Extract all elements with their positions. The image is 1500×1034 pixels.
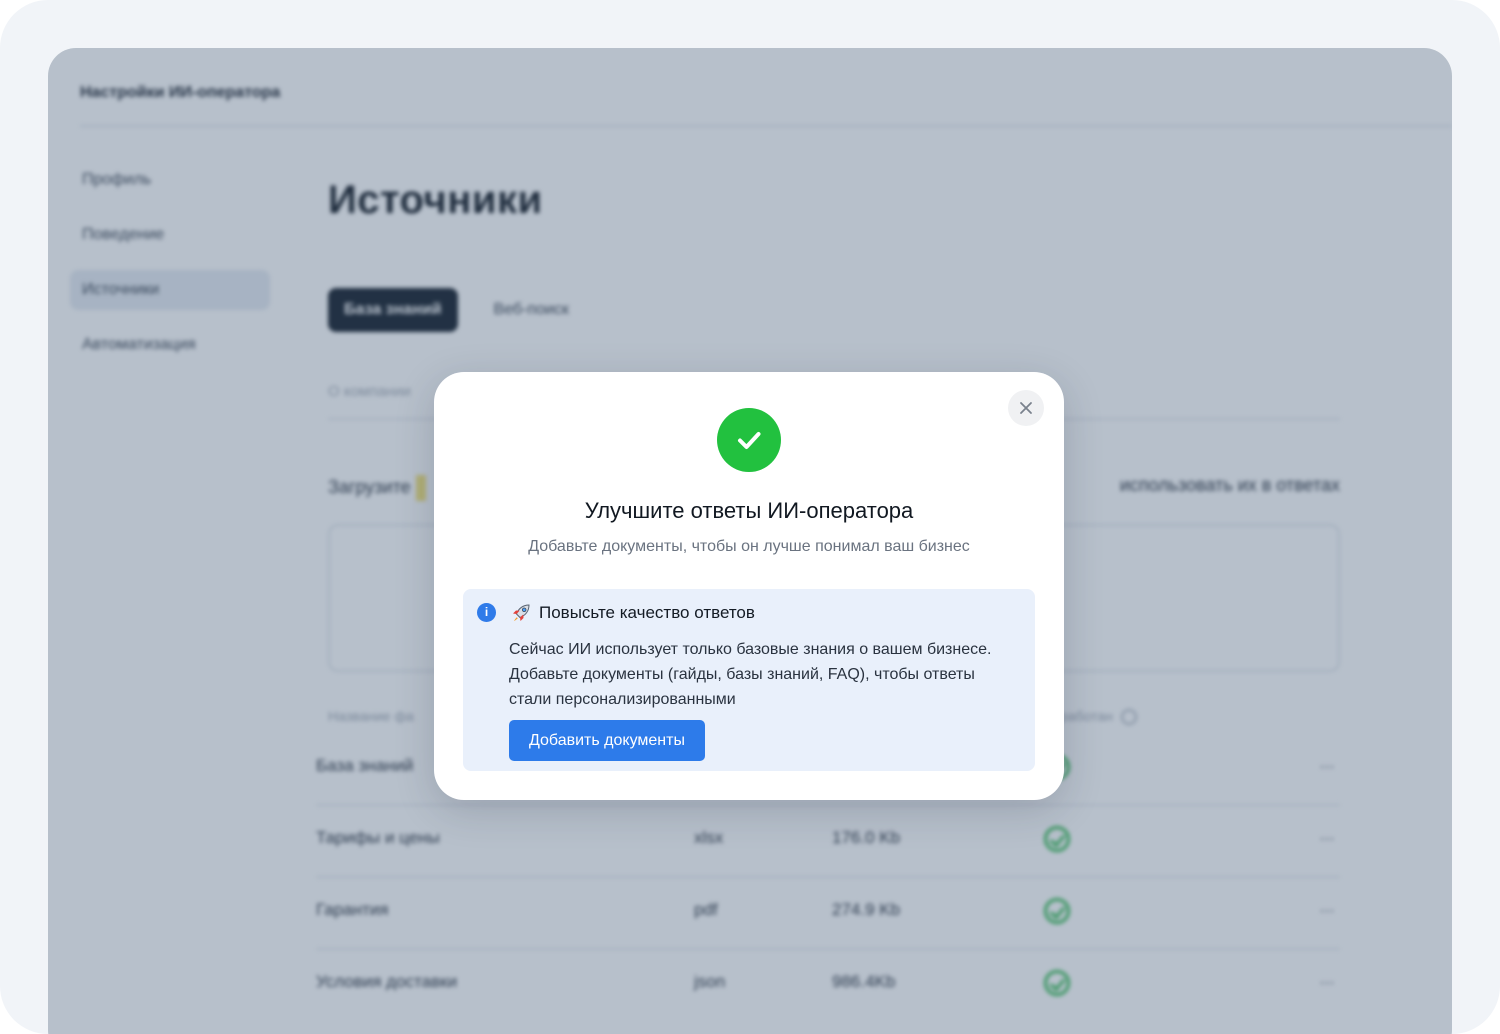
success-check-icon (717, 408, 781, 472)
modal-subtitle: Добавьте документы, чтобы он лучше поним… (528, 538, 970, 555)
close-icon (1020, 402, 1032, 414)
add-documents-button[interactable]: Добавить документы (509, 720, 705, 761)
improve-answers-modal: Улучшите ответы ИИ-оператора Добавьте до… (434, 372, 1064, 800)
rocket-icon (513, 604, 530, 621)
modal-title: Улучшите ответы ИИ-оператора (584, 498, 914, 523)
info-callout: i Повысьте качество ответов Сейчас ИИ ис… (463, 589, 1035, 771)
info-title: Повысьте качество ответов (539, 603, 755, 622)
info-icon: i (477, 603, 496, 622)
modal-close-button[interactable] (1008, 390, 1044, 426)
info-text: Сейчас ИИ использует только базовые знан… (509, 641, 992, 708)
